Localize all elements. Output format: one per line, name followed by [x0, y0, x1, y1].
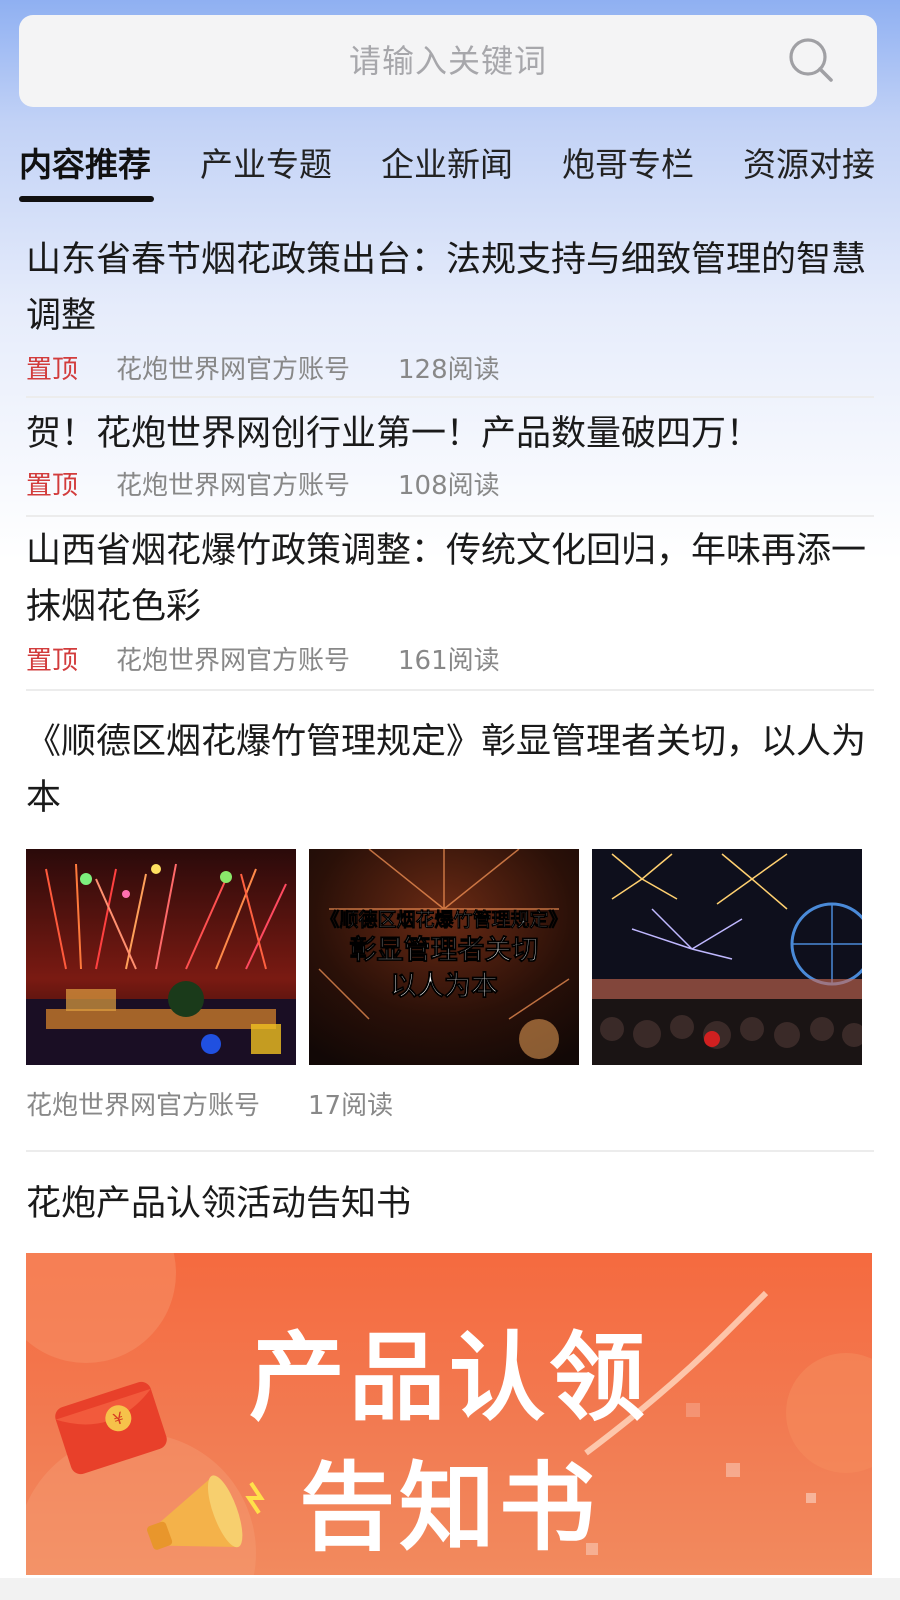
article-meta: 花炮世界网官方账号 17阅读	[26, 1086, 874, 1126]
active-tab-indicator	[19, 196, 154, 202]
article-item[interactable]: 贺！花炮世界网创行业第一！产品数量破四万！ 置顶 花炮世界网官方账号 108阅读	[26, 406, 874, 506]
divider	[26, 689, 874, 691]
pinned-badge: 置顶	[26, 471, 79, 501]
article-title[interactable]: 贺！花炮世界网创行业第一！产品数量破四万！	[26, 406, 874, 462]
article-item[interactable]: 山东省春节烟花政策出台：法规支持与细致管理的智慧调整 置顶 花炮世界网官方账号 …	[26, 232, 874, 390]
article-author: 花炮世界网官方账号	[116, 471, 351, 501]
tab-paoge-column[interactable]: 炮哥专栏	[562, 135, 694, 195]
article-item[interactable]: 花炮产品认领活动告知书	[26, 1176, 874, 1232]
article-item[interactable]: 《顺德区烟花爆竹管理规定》彰显管理者关切，以人为本	[26, 714, 874, 826]
divider	[26, 515, 874, 517]
article-meta: 置顶 花炮世界网官方账号 108阅读	[26, 466, 874, 506]
article-thumbnail[interactable]: 《顺德区烟花爆竹管理规定》 彰显管理者关切 以人为本	[309, 849, 579, 1065]
article-thumbnail[interactable]	[592, 849, 862, 1065]
article-title[interactable]: 山西省烟花爆竹政策调整：传统文化回归，年味再添一抹烟花色彩	[26, 523, 874, 635]
divider	[26, 396, 874, 398]
article-reads: 17阅读	[308, 1091, 394, 1121]
tab-company-news[interactable]: 企业新闻	[381, 135, 513, 195]
article-reads: 128阅读	[398, 355, 500, 385]
banner-subtitle: 告知书	[299, 1452, 599, 1564]
search-icon[interactable]	[787, 36, 835, 84]
pinned-badge: 置顶	[26, 355, 79, 385]
search-bar[interactable]: 请输入关键词	[19, 15, 877, 107]
category-tabs: 内容推荐 产业专题 企业新闻 炮哥专栏 资源对接	[0, 135, 900, 205]
bottom-safe-area	[0, 1578, 900, 1600]
thumbnail-caption: 《顺德区烟花爆竹管理规定》	[320, 908, 567, 931]
tab-resource-matching[interactable]: 资源对接	[743, 135, 875, 195]
article-author: 花炮世界网官方账号	[26, 1091, 261, 1121]
article-title[interactable]: 《顺德区烟花爆竹管理规定》彰显管理者关切，以人为本	[26, 714, 874, 826]
article-banner[interactable]: ¥ 产品认领 告知书	[26, 1253, 872, 1575]
article-thumbnail[interactable]	[26, 849, 296, 1065]
tab-industry-topics[interactable]: 产业专题	[200, 135, 332, 195]
article-author: 花炮世界网官方账号	[116, 355, 351, 385]
article-reads: 108阅读	[398, 471, 500, 501]
article-author: 花炮世界网官方账号	[116, 646, 351, 676]
article-reads: 161阅读	[398, 646, 500, 676]
tab-recommended[interactable]: 内容推荐	[19, 135, 151, 195]
thumbnail-caption: 以人为本	[390, 971, 498, 1002]
article-item[interactable]: 山西省烟花爆竹政策调整：传统文化回归，年味再添一抹烟花色彩 置顶 花炮世界网官方…	[26, 523, 874, 681]
article-meta: 置顶 花炮世界网官方账号 128阅读	[26, 350, 874, 390]
pinned-badge: 置顶	[26, 646, 79, 676]
article-title[interactable]: 花炮产品认领活动告知书	[26, 1176, 874, 1232]
article-title[interactable]: 山东省春节烟花政策出台：法规支持与细致管理的智慧调整	[26, 232, 874, 344]
thumbnail-caption: 彰显管理者关切	[350, 934, 539, 966]
search-input[interactable]: 请输入关键词	[19, 15, 877, 107]
divider	[26, 1150, 874, 1152]
article-meta: 置顶 花炮世界网官方账号 161阅读	[26, 641, 874, 681]
banner-title: 产品认领	[249, 1322, 649, 1434]
